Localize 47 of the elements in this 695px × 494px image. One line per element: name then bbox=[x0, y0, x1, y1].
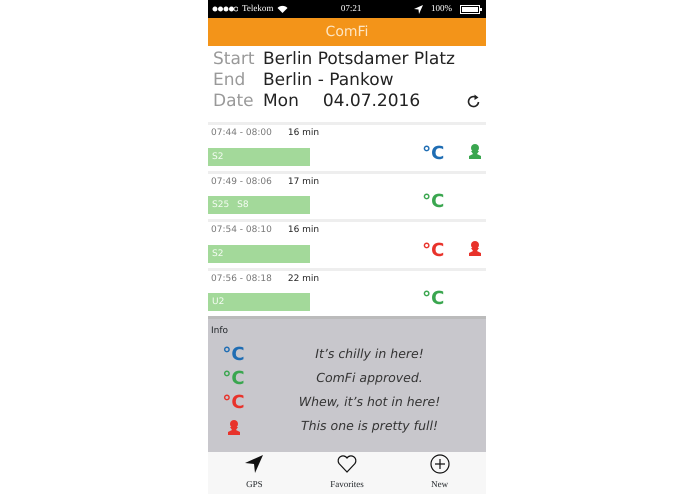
temperature-symbol: °C bbox=[422, 242, 444, 260]
field-label: Start bbox=[213, 49, 256, 70]
field-label: Date bbox=[213, 91, 255, 112]
navigation-arrow-icon bbox=[244, 454, 264, 474]
temperature-symbol: °C bbox=[422, 144, 444, 162]
temperature-symbol: °C bbox=[222, 394, 245, 412]
connection-duration: 17 min bbox=[288, 176, 320, 188]
wifi-icon bbox=[277, 5, 288, 13]
legend-text: It’s chilly in here! bbox=[314, 345, 425, 364]
status-time: 07:21 bbox=[340, 2, 362, 16]
connection-duration: 22 min bbox=[288, 272, 320, 286]
line-bar: S2 bbox=[208, 148, 310, 166]
carrier-name: Telekom bbox=[242, 2, 274, 16]
heart-icon bbox=[337, 454, 357, 474]
legend-text: This one is pretty full! bbox=[300, 417, 439, 436]
battery-percent: 100% bbox=[431, 2, 452, 16]
line-bar: S2 bbox=[208, 244, 310, 262]
battery-icon bbox=[460, 4, 482, 14]
field-value: Berlin Potsdamer Platz bbox=[263, 49, 455, 70]
connection-time: 07:44 - 08:00 bbox=[211, 127, 272, 140]
tab-bar-item[interactable]: New bbox=[393, 452, 486, 494]
temperature-symbol: °C bbox=[422, 193, 444, 211]
info-title: Info bbox=[211, 325, 230, 338]
legend-text: ComFi approved. bbox=[315, 369, 424, 388]
refresh-icon[interactable] bbox=[467, 94, 481, 109]
date-value: 04.07.2016 bbox=[322, 91, 420, 112]
connection-duration: 16 min bbox=[288, 224, 320, 237]
tab-bar-item[interactable]: Favorites bbox=[300, 452, 394, 494]
temperature-symbol: °C bbox=[222, 370, 245, 388]
connection-time: 07:56 - 08:18 bbox=[211, 272, 272, 286]
line-label: S8 bbox=[237, 199, 249, 211]
temperature-symbol: °C bbox=[222, 346, 245, 364]
field-label: End bbox=[213, 70, 246, 91]
temperature-symbol: °C bbox=[422, 290, 444, 308]
date-weekday: Mon bbox=[263, 91, 299, 112]
tab-bar-item[interactable]: GPS bbox=[208, 452, 301, 494]
field-value: Berlin - Pankow bbox=[263, 70, 394, 91]
connection-time: 07:54 - 08:10 bbox=[211, 224, 272, 237]
signal-icon bbox=[212, 6, 238, 12]
line-label: S25 bbox=[212, 199, 230, 211]
app-title: ComFi bbox=[326, 22, 368, 42]
plus-circle-icon bbox=[430, 454, 450, 474]
location-arrow-icon bbox=[414, 4, 424, 14]
legend-text: Whew, it’s hot in here! bbox=[298, 393, 442, 412]
connection-duration: 16 min bbox=[288, 127, 320, 140]
line-bar: U2 bbox=[208, 293, 310, 311]
connection-time: 07:49 - 08:06 bbox=[211, 176, 272, 188]
